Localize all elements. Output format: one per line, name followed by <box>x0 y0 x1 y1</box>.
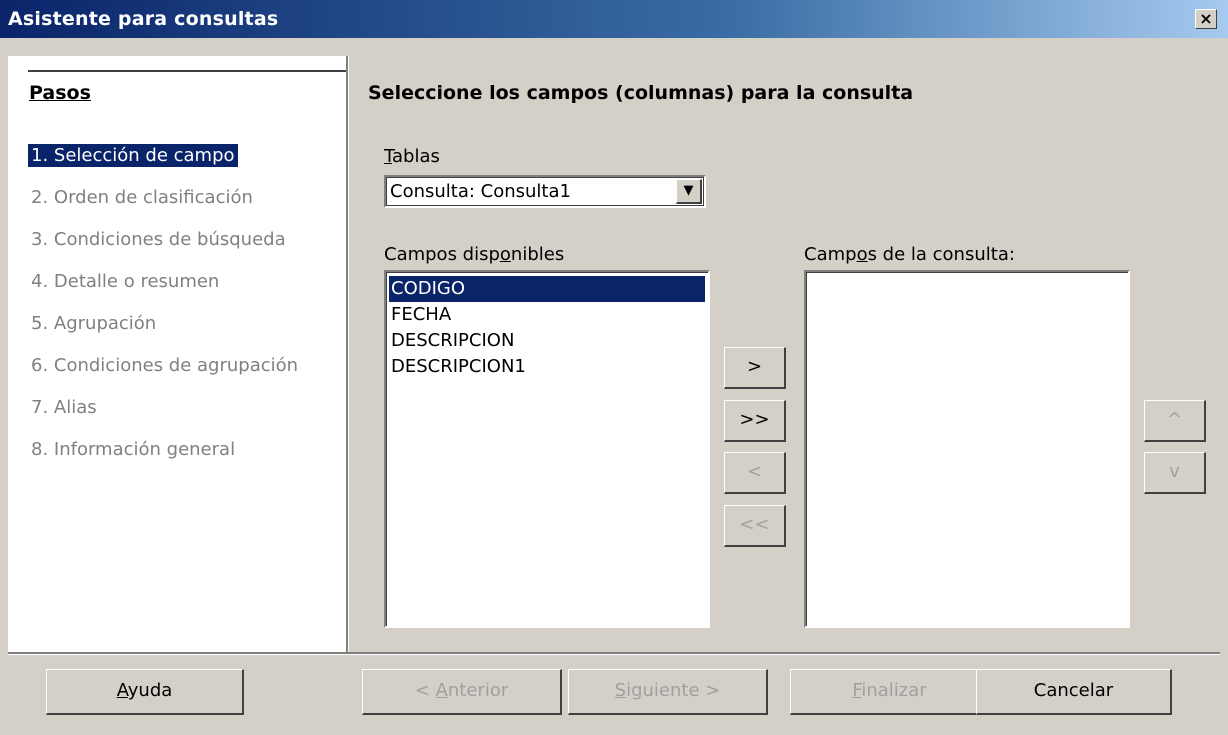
close-icon: × <box>1199 9 1213 28</box>
help-button[interactable]: Ayuda <box>46 669 244 715</box>
step-item[interactable]: 7. Alias <box>28 396 100 419</box>
panel-divider <box>346 56 349 652</box>
chevron-up-icon: ^ <box>1166 409 1183 430</box>
step-item[interactable]: 6. Condiciones de agrupación <box>28 354 301 377</box>
query-fields-list[interactable] <box>804 270 1130 628</box>
next-button[interactable]: Siguiente > <box>568 669 768 715</box>
step-item[interactable]: 8. Información general <box>28 438 238 461</box>
list-item[interactable]: CODIGO <box>389 276 705 302</box>
move-down-button[interactable]: v <box>1144 452 1206 494</box>
list-item[interactable]: DESCRIPCION1 <box>389 354 705 380</box>
tables-dropdown-value: Consulta: Consulta1 <box>390 181 571 202</box>
step-item[interactable]: 5. Agrupación <box>28 312 159 335</box>
list-item[interactable]: FECHA <box>389 302 705 328</box>
available-fields-list[interactable]: CODIGO FECHA DESCRIPCION DESCRIPCION1 <box>384 270 710 628</box>
list-item[interactable]: DESCRIPCION <box>389 328 705 354</box>
step-item[interactable]: 1. Selección de campo <box>28 144 238 167</box>
add-field-button[interactable]: > <box>724 347 786 389</box>
step-item[interactable]: 2. Orden de clasificación <box>28 186 256 209</box>
add-all-fields-button[interactable]: >> <box>724 400 786 442</box>
step-item[interactable]: 3. Condiciones de búsqueda <box>28 228 289 251</box>
tables-label: Tablas <box>384 146 440 167</box>
page-title: Seleccione los campos (columnas) para la… <box>368 82 914 104</box>
available-fields-label: Campos disponibles <box>384 244 565 265</box>
remove-all-fields-button[interactable]: << <box>724 505 786 547</box>
tables-dropdown[interactable]: Consulta: Consulta1 ▼ <box>384 175 706 208</box>
step-item[interactable]: 4. Detalle o resumen <box>28 270 222 293</box>
chevron-down-icon: v <box>1169 461 1180 482</box>
steps-title: Pasos <box>29 82 91 104</box>
window-title: Asistente para consultas <box>8 8 279 30</box>
query-fields-label: Campos de la consulta: <box>804 244 1015 265</box>
cancel-button[interactable]: Cancelar <box>976 669 1172 715</box>
finish-button[interactable]: Finalizar <box>790 669 990 715</box>
steps-divider <box>28 70 346 72</box>
previous-button[interactable]: < Anterior <box>362 669 562 715</box>
move-up-button[interactable]: ^ <box>1144 400 1206 442</box>
close-button[interactable]: × <box>1195 9 1217 29</box>
remove-field-button[interactable]: < <box>724 452 786 494</box>
footer-divider <box>8 652 1220 655</box>
dropdown-arrow-icon[interactable]: ▼ <box>676 179 702 204</box>
